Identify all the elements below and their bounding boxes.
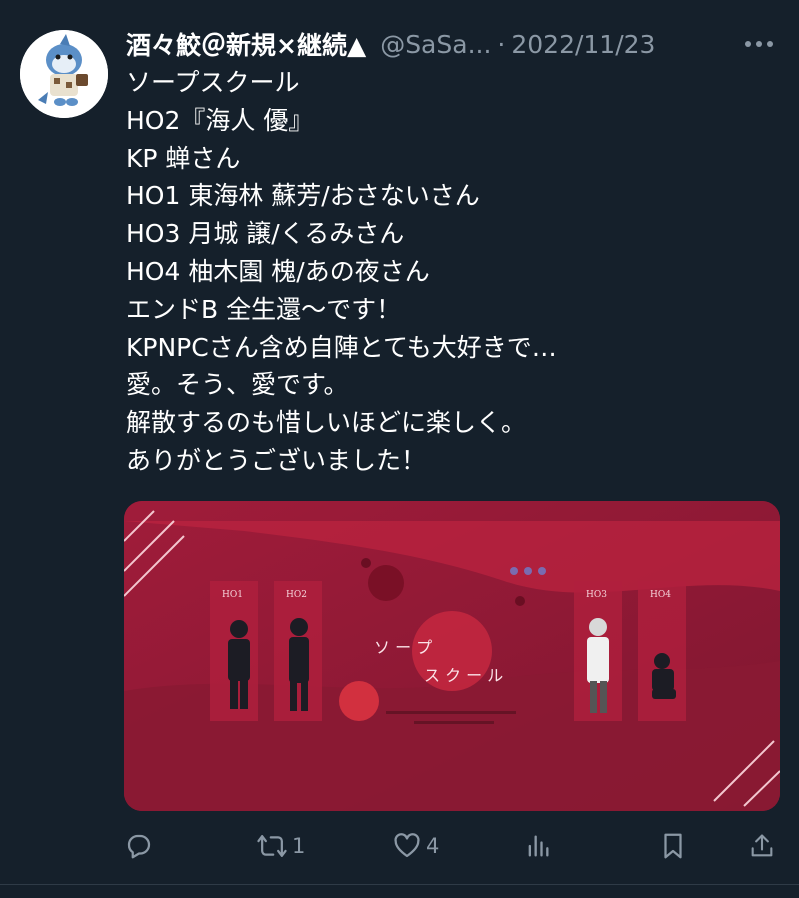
media-title-line2: ス ク ー ル bbox=[424, 666, 503, 685]
tweet-text: ソープスクール HO2『海人 優』 KP 蝉さん HO1 東海林 蘇芳/おさない… bbox=[126, 64, 786, 480]
media-card-label: HO3 bbox=[586, 590, 607, 600]
tweet-line: HO4 柚木園 槐/あの夜さん bbox=[126, 256, 430, 286]
retweet-icon bbox=[257, 835, 287, 857]
like-icon bbox=[394, 833, 420, 858]
tweet-header: 酒々鮫＠新規×継続▲ @SaSa... · 2022/11/23 bbox=[126, 26, 779, 62]
tweet-divider bbox=[0, 884, 799, 885]
shark-avatar-image bbox=[20, 30, 108, 118]
views-button[interactable] bbox=[524, 826, 552, 866]
reply-button[interactable] bbox=[124, 826, 158, 866]
display-name[interactable]: 酒々鮫＠新規×継続▲ bbox=[126, 26, 366, 62]
media-card-label: HO1 bbox=[222, 590, 243, 600]
media-title-line1: ソ ー プ bbox=[374, 638, 432, 657]
media-illustration: HO1 HO2 HO3 HO4 ソ ー プ ス ク ー ル bbox=[124, 501, 780, 811]
tweet-line: 解散するのも惜しいほどに楽しく。 bbox=[126, 408, 527, 438]
tweet-line: HO3 月城 譲/くるみさん bbox=[126, 219, 405, 249]
tweet-media-image[interactable]: HO1 HO2 HO3 HO4 ソ ー プ ス ク ー ル bbox=[124, 501, 780, 811]
tweet-date[interactable]: 2022/11/23 bbox=[511, 30, 655, 59]
tweet-line: KPNPCさん含め自陣とても大好きで… bbox=[126, 332, 557, 362]
retweet-button[interactable]: 1 bbox=[256, 826, 305, 866]
reply-icon bbox=[127, 834, 151, 859]
bookmark-button[interactable] bbox=[660, 826, 686, 866]
tweet-line: ソープスクール bbox=[126, 68, 300, 97]
media-card-label: HO2 bbox=[286, 590, 307, 600]
tweet-line: HO1 東海林 蘇芳/おさないさん bbox=[126, 181, 480, 211]
tweet-line: 愛。そう、愛です。 bbox=[126, 370, 349, 400]
separator-dot: · bbox=[497, 29, 506, 59]
more-icon bbox=[745, 41, 773, 47]
share-icon bbox=[751, 834, 773, 857]
bookmark-icon bbox=[664, 833, 682, 859]
like-count: 4 bbox=[426, 834, 440, 858]
tweet-action-bar: 1 4 bbox=[124, 826, 780, 866]
more-button[interactable] bbox=[739, 30, 779, 58]
share-button[interactable] bbox=[748, 826, 776, 866]
tweet-line: HO2『海人 優』 bbox=[126, 105, 314, 135]
user-handle[interactable]: @SaSa... bbox=[380, 30, 491, 59]
tweet-line: ありがとうございました！ bbox=[126, 445, 427, 475]
retweet-count: 1 bbox=[292, 834, 306, 858]
tweet-line: エンドB 全生還〜です！ bbox=[126, 294, 402, 324]
views-icon bbox=[528, 835, 549, 857]
tweet-line: KP 蝉さん bbox=[126, 143, 241, 173]
avatar[interactable] bbox=[20, 30, 108, 118]
media-card-label: HO4 bbox=[650, 590, 671, 600]
like-button[interactable]: 4 bbox=[392, 826, 439, 866]
